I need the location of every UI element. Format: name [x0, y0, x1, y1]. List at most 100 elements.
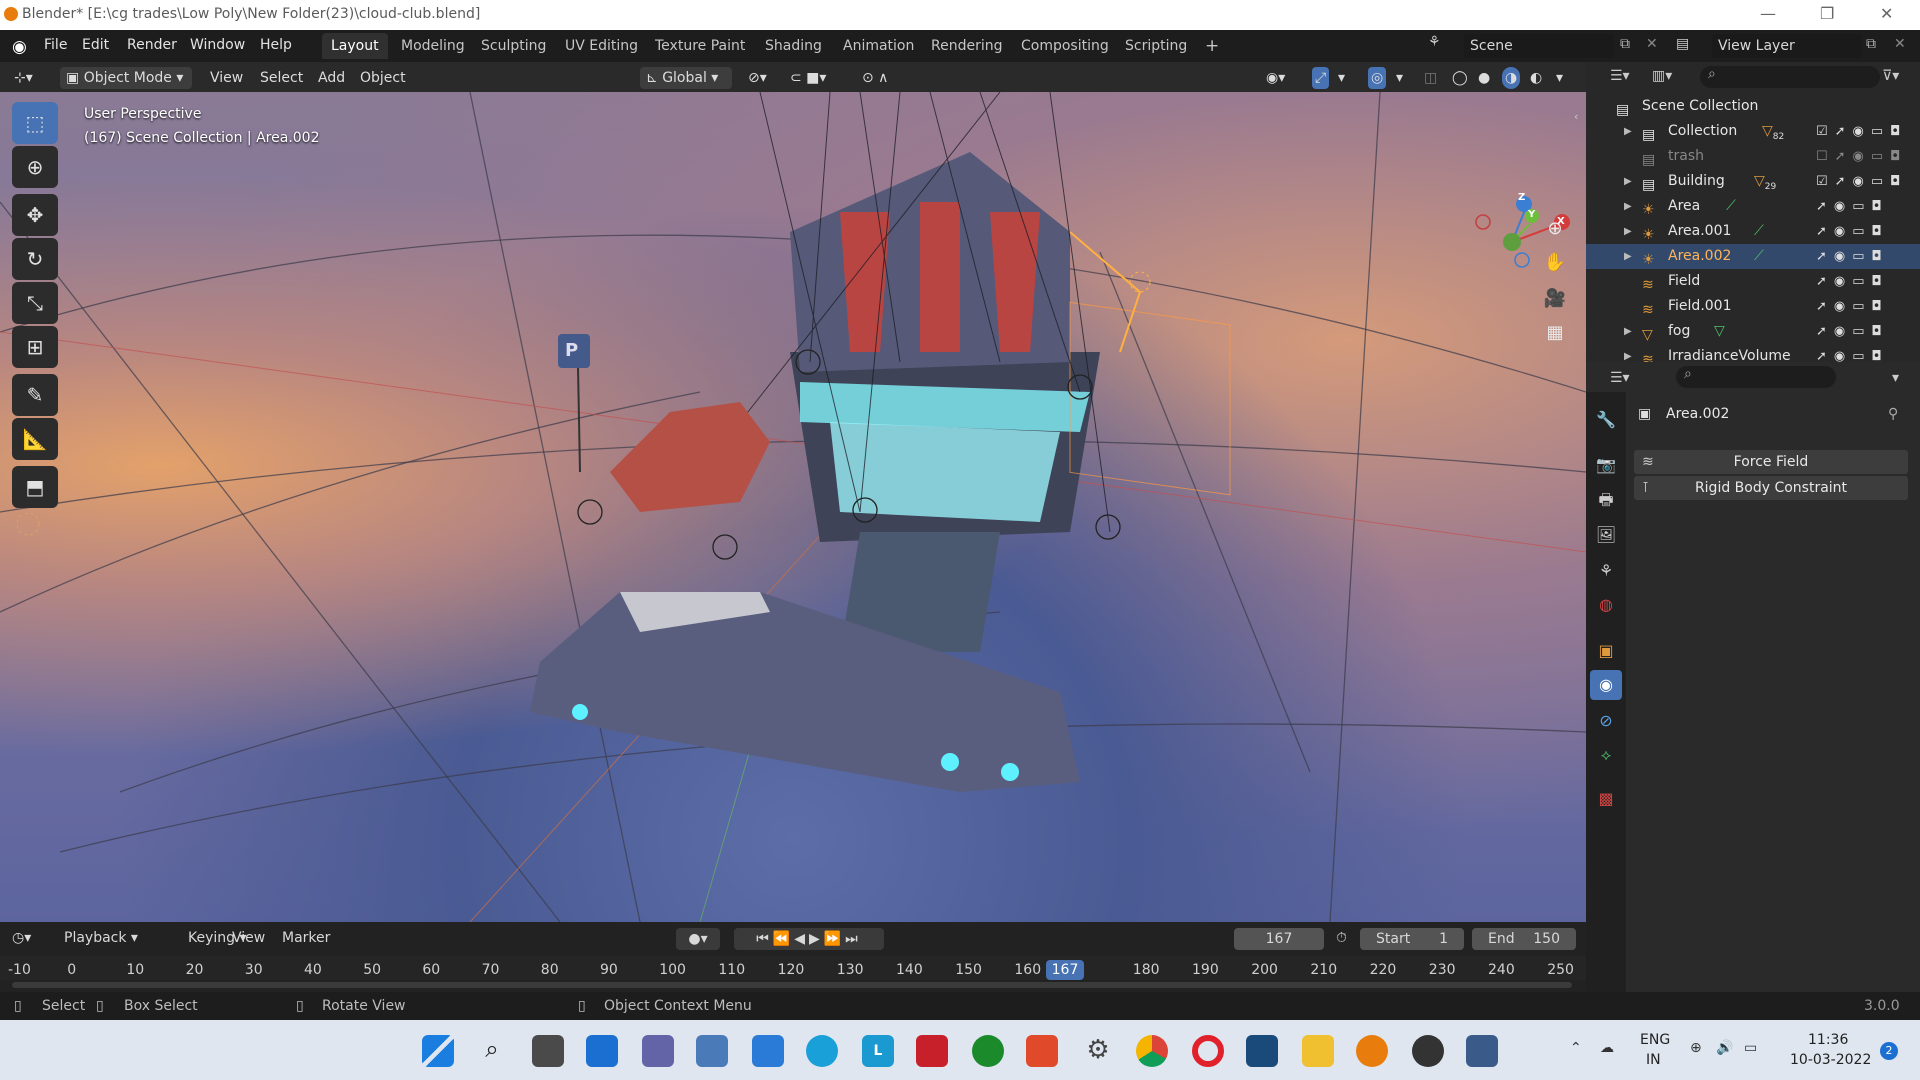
visibility-toggles[interactable]: ☑➚◉▭◘: [1816, 169, 1907, 194]
zoom-icon[interactable]: ⊕: [1540, 214, 1570, 244]
outliner-row[interactable]: ≋ Field.001 ➚◉▭◘: [1586, 294, 1920, 319]
rendered-shading-icon[interactable]: ◐: [1530, 67, 1542, 89]
render-tab-icon[interactable]: 📷: [1590, 450, 1622, 480]
overlay-menu-icon[interactable]: ▾: [1396, 67, 1403, 89]
scene-selector-icon[interactable]: ⚘: [1428, 34, 1444, 56]
delete-view-layer-icon[interactable]: ✕: [1894, 36, 1906, 52]
clock-date[interactable]: 10-03-2022: [1790, 1052, 1871, 1068]
rigid-body-constraint-button[interactable]: ⊺ Rigid Body Constraint: [1634, 476, 1908, 500]
workspace-tab-rendering[interactable]: Rendering: [922, 33, 1012, 59]
menu-view[interactable]: View: [210, 67, 243, 89]
search-taskbar-icon[interactable]: ⌕: [476, 1035, 508, 1067]
gizmo-z-label[interactable]: Z: [1518, 192, 1525, 203]
camera-view-icon[interactable]: 🎥: [1540, 284, 1570, 314]
gizmo-menu-icon[interactable]: ▾: [1338, 67, 1345, 89]
timeline-ruler[interactable]: -10 0 10 20 30 40 50 60 70 80 90 100 110 120 130 140 150…: [0, 956, 1586, 980]
view-layer-icon[interactable]: ▤: [1676, 36, 1689, 52]
workspace-tab-modeling[interactable]: Modeling: [392, 33, 474, 59]
workspace-tab-shading[interactable]: Shading: [756, 33, 831, 59]
cloud-status-icon[interactable]: ☁: [1600, 1040, 1614, 1056]
network-icon[interactable]: ⊕: [1690, 1040, 1702, 1056]
scale-tool-icon[interactable]: ⤡: [12, 282, 58, 324]
properties-search-input[interactable]: ⌕: [1676, 366, 1836, 388]
battery-icon[interactable]: ▭: [1744, 1040, 1757, 1056]
file-explorer-icon[interactable]: [1302, 1035, 1334, 1067]
visibility-toggles[interactable]: ☐➚◉▭◘: [1816, 144, 1907, 169]
teams-chat-icon[interactable]: [642, 1035, 674, 1067]
opera-browser-icon[interactable]: [1192, 1035, 1224, 1067]
wireframe-shading-icon[interactable]: ◯: [1452, 67, 1468, 89]
solid-shading-icon[interactable]: ●: [1478, 67, 1490, 89]
editor-type-icon[interactable]: ⊹▾: [14, 67, 33, 89]
new-scene-icon[interactable]: ⧉: [1620, 36, 1630, 52]
force-field-button[interactable]: ≋ Force Field: [1634, 450, 1908, 474]
expand-arrow-icon[interactable]: ▶: [1624, 344, 1632, 362]
display-mode-icon[interactable]: ▥▾: [1652, 68, 1672, 84]
visibility-toggles[interactable]: ➚◉▭◘: [1816, 194, 1889, 219]
snipping-tool-icon[interactable]: [1466, 1035, 1498, 1067]
material-preview-shading-icon[interactable]: ◑: [1502, 67, 1521, 89]
language-indicator[interactable]: ENG: [1640, 1032, 1670, 1048]
clock-time[interactable]: 11:36: [1808, 1032, 1848, 1048]
chrome-browser-icon[interactable]: [1136, 1035, 1168, 1067]
expand-arrow-icon[interactable]: ▶: [1624, 119, 1632, 144]
proportional-edit-icon[interactable]: ⊙ ∧: [862, 67, 888, 89]
mcafee-icon[interactable]: [916, 1035, 948, 1067]
expand-arrow-icon[interactable]: ▶: [1624, 169, 1632, 194]
workspace-tab-texture-paint[interactable]: Texture Paint: [646, 33, 754, 59]
rotate-tool-icon[interactable]: ↻: [12, 238, 58, 280]
auto-keying-toggle[interactable]: ●▾: [676, 928, 720, 950]
playback-menu[interactable]: Playback ▾: [64, 930, 138, 946]
workspace-tab-sculpting[interactable]: Sculpting: [472, 33, 555, 59]
start-frame-field[interactable]: Start 1: [1360, 928, 1464, 950]
scene-tab-icon[interactable]: ⚘: [1590, 556, 1622, 586]
transform-tool-icon[interactable]: ⊞: [12, 326, 58, 368]
workspace-tab-layout[interactable]: Layout: [322, 33, 388, 59]
workspace-tab-uv-editing[interactable]: UV Editing: [556, 33, 647, 59]
annotate-tool-icon[interactable]: ✎: [12, 374, 58, 416]
outliner-row[interactable]: ▶ ≋ IrradianceVolume ➚◉▭◘: [1586, 344, 1920, 362]
minimize-button[interactable]: —: [1760, 4, 1776, 23]
filter-icon[interactable]: ⊽▾: [1882, 68, 1899, 84]
gizmo-y-label[interactable]: Y: [1528, 209, 1535, 220]
outliner-search-input[interactable]: ⌕: [1700, 66, 1880, 88]
timeline-view-menu[interactable]: View: [232, 930, 265, 946]
blender-taskbar-icon[interactable]: [1356, 1035, 1388, 1067]
menu-select[interactable]: Select: [260, 67, 303, 89]
visibility-toggles[interactable]: ➚◉▭◘: [1816, 244, 1889, 269]
new-view-layer-icon[interactable]: ⧉: [1866, 36, 1876, 52]
outliner-row-selected[interactable]: ▶ ☀ Area.002 ⟋ ➚◉▭◘: [1586, 244, 1920, 269]
xbox-icon[interactable]: [972, 1035, 1004, 1067]
visibility-toggles[interactable]: ➚◉▭◘: [1816, 344, 1889, 362]
visibility-toggles[interactable]: ➚◉▭◘: [1816, 269, 1889, 294]
visibility-toggles[interactable]: ☑➚◉▭◘: [1816, 119, 1907, 144]
menu-window[interactable]: Window: [190, 37, 245, 53]
transform-orientation-dropdown[interactable]: ⊾ Global ▾: [640, 67, 732, 89]
add-cube-tool-icon[interactable]: ⬒: [12, 466, 58, 508]
workspace-tab-scripting[interactable]: Scripting: [1116, 33, 1196, 59]
end-frame-field[interactable]: End 150: [1472, 928, 1576, 950]
menu-object[interactable]: Object: [360, 67, 406, 89]
settings-gear-icon[interactable]: ⚙: [1082, 1035, 1114, 1067]
xray-toggle-icon[interactable]: ◫: [1424, 67, 1437, 89]
learning-app-icon[interactable]: L: [862, 1035, 894, 1067]
visibility-toggles[interactable]: ➚◉▭◘: [1816, 219, 1889, 244]
ortho-grid-icon[interactable]: ▦: [1540, 318, 1570, 348]
visibility-icon[interactable]: ◉▾: [1266, 67, 1285, 89]
preview-range-icon[interactable]: ⏱: [1336, 930, 1347, 946]
outliner-row[interactable]: ▤ trash ☐➚◉▭◘: [1586, 144, 1920, 169]
region-indicator[interactable]: IN: [1646, 1052, 1661, 1068]
close-button[interactable]: ✕: [1880, 4, 1893, 23]
widgets-icon[interactable]: [586, 1035, 618, 1067]
pin-icon[interactable]: ⚲: [1888, 406, 1898, 422]
task-view-icon[interactable]: [532, 1035, 564, 1067]
installer-icon[interactable]: [1246, 1035, 1278, 1067]
shading-options-icon[interactable]: ▾: [1556, 67, 1563, 89]
outliner-row[interactable]: ▶ ▽ fog ▽ ➚◉▭◘: [1586, 319, 1920, 344]
blender-menu-icon[interactable]: ◉: [12, 37, 27, 57]
outliner-row[interactable]: ▶ ☀ Area ⟋ ➚◉▭◘: [1586, 194, 1920, 219]
delete-scene-icon[interactable]: ✕: [1646, 36, 1658, 52]
media-player-icon[interactable]: [1412, 1035, 1444, 1067]
view-layer-tab-icon[interactable]: 🖼: [1590, 520, 1622, 550]
visibility-toggles[interactable]: ➚◉▭◘: [1816, 294, 1889, 319]
